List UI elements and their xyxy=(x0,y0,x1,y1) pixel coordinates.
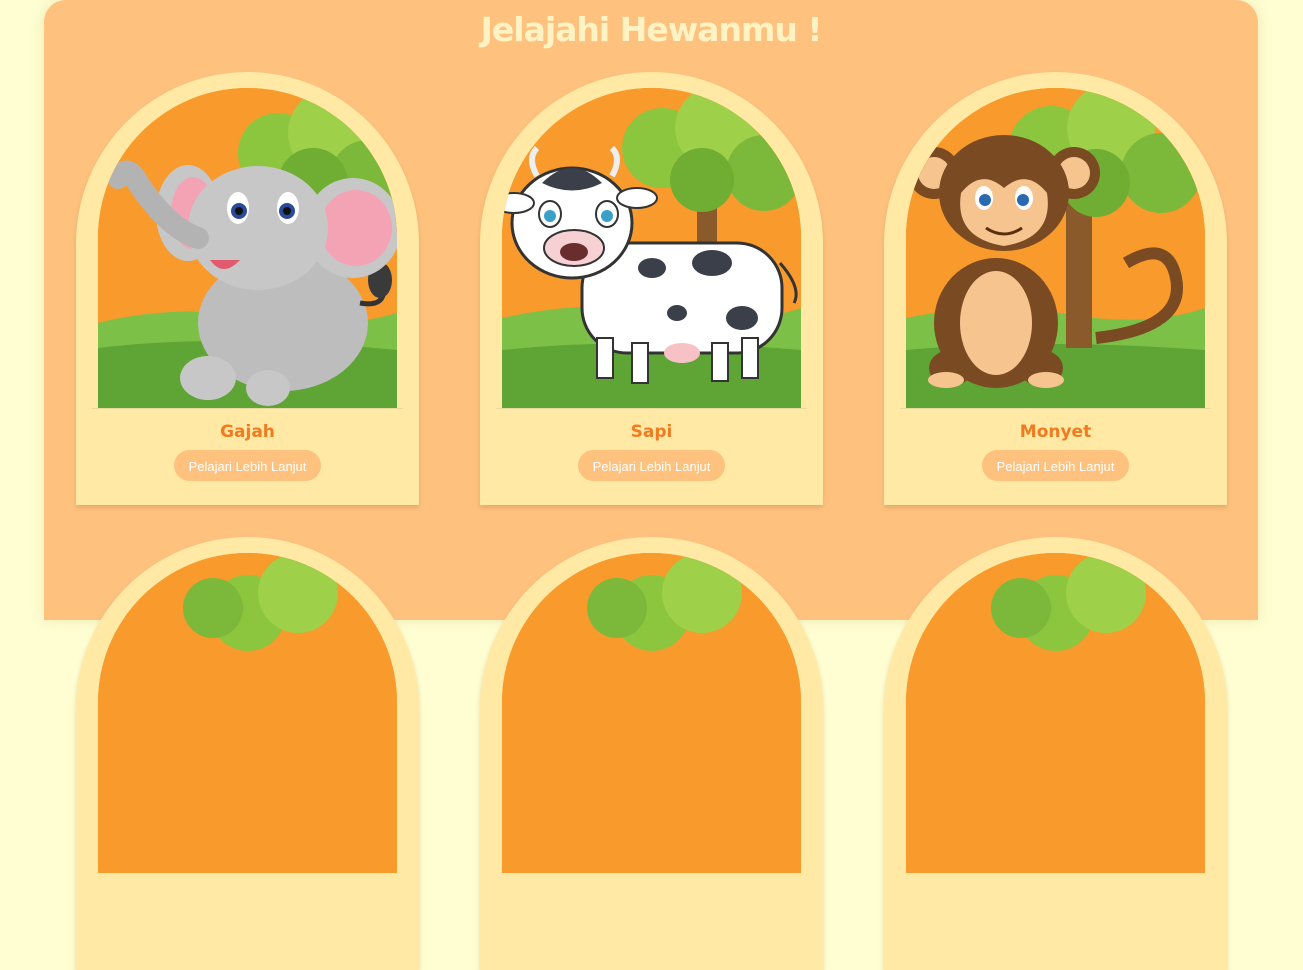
animal-card xyxy=(76,537,419,970)
card-divider xyxy=(900,408,1211,409)
animal-name: Sapi xyxy=(630,422,673,442)
animal-card-gajah: Gajah Pelajari Lebih Lanjut xyxy=(76,72,419,505)
learn-more-button-sapi[interactable]: Pelajari Lebih Lanjut xyxy=(578,450,725,481)
animal-name: Gajah xyxy=(220,422,275,442)
animal-card-sapi: Sapi Pelajari Lebih Lanjut xyxy=(480,72,823,505)
animals-panel: Jelajahi Hewanmu ! Gajah Pelajari Lebih … xyxy=(44,0,1258,970)
card-divider xyxy=(92,408,403,409)
animal-name: Monyet xyxy=(1019,422,1092,442)
animal-card xyxy=(884,537,1227,970)
page-title: Jelajahi Hewanmu ! xyxy=(480,10,823,49)
animal-image xyxy=(906,553,1205,873)
card-divider xyxy=(496,408,807,409)
animal-card-monyet: Monyet Pelajari Lebih Lanjut xyxy=(884,72,1227,505)
elephant-image xyxy=(98,88,397,408)
learn-more-button-monyet[interactable]: Pelajari Lebih Lanjut xyxy=(982,450,1129,481)
animal-card xyxy=(480,537,823,970)
monkey-image xyxy=(906,88,1205,408)
learn-more-button-gajah[interactable]: Pelajari Lebih Lanjut xyxy=(174,450,321,481)
animal-image xyxy=(98,553,397,873)
cow-image xyxy=(502,88,801,408)
animal-image xyxy=(502,553,801,873)
